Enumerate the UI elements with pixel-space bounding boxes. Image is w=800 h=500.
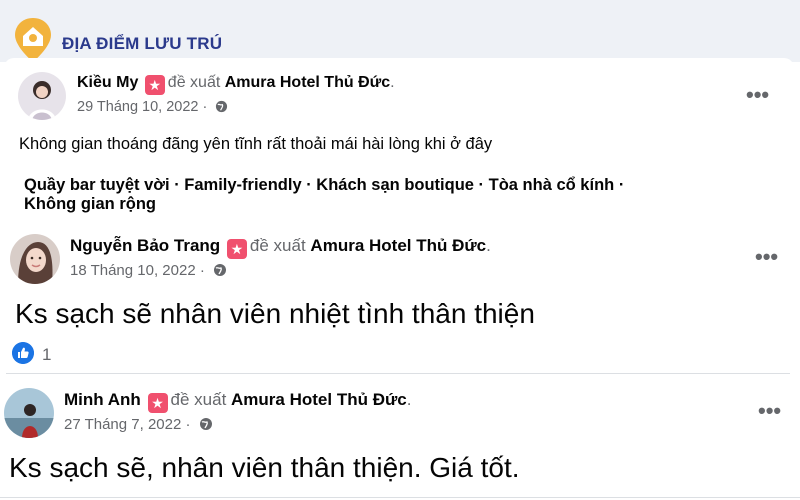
post-header: Nguyễn Bảo Trang ★ đề xuất Amura Hotel Th…	[70, 236, 491, 259]
reaction-count[interactable]: 1	[42, 345, 51, 365]
place-link[interactable]: Amura Hotel Thủ Đức	[310, 236, 486, 255]
author-name[interactable]: Minh Anh	[64, 390, 141, 409]
more-options-button[interactable]: •••	[758, 400, 781, 422]
place-link[interactable]: Amura Hotel Thủ Đức	[225, 74, 390, 91]
period: .	[486, 236, 491, 255]
place-link[interactable]: Amura Hotel Thủ Đức	[231, 390, 407, 409]
avatar[interactable]	[4, 388, 54, 438]
section-title: ĐỊA ĐIỂM LƯU TRÚ	[62, 34, 223, 53]
avatar[interactable]	[10, 234, 60, 284]
recommend-star-icon: ★	[226, 239, 247, 259]
globe-icon	[199, 418, 212, 430]
post-meta: 18 Tháng 10, 2022 ·	[70, 262, 227, 279]
review-text: Không gian thoáng đãng yên tĩnh rất thoả…	[19, 135, 493, 153]
post-date[interactable]: 29 Tháng 10, 2022 ·	[77, 99, 207, 115]
post-header: Kiều My ★ đề xuất Amura Hotel Thủ Đức.	[77, 74, 395, 95]
post-meta: 29 Tháng 10, 2022 ·	[77, 99, 228, 115]
review-tags: Quầy bar tuyệt vời · Family-friendly · K…	[24, 176, 625, 213]
recommend-verb: đề xuất	[167, 74, 221, 91]
globe-icon	[216, 100, 228, 113]
post-date[interactable]: 27 Tháng 7, 2022 ·	[64, 416, 191, 433]
recommend-verb: đề xuất	[170, 390, 227, 409]
author-name[interactable]: Kiều My	[77, 74, 138, 91]
review-text: Ks sạch sẽ, nhân viên thân thiện. Giá tố…	[9, 452, 520, 483]
divider	[0, 497, 800, 498]
location-pin-house-icon	[15, 18, 51, 62]
more-options-button[interactable]: •••	[746, 84, 769, 106]
author-name[interactable]: Nguyễn Bảo Trang	[70, 236, 220, 255]
divider	[6, 373, 790, 374]
post-meta: 27 Tháng 7, 2022 ·	[64, 416, 213, 433]
recommend-star-icon: ★	[147, 393, 168, 413]
post-header: Minh Anh ★ đề xuất Amura Hotel Thủ Đức.	[64, 390, 411, 413]
post-date[interactable]: 18 Tháng 10, 2022 ·	[70, 262, 205, 279]
review-text: Ks sạch sẽ nhân viên nhiệt tình thân thi…	[15, 298, 535, 329]
like-icon[interactable]	[12, 342, 34, 364]
globe-icon	[214, 264, 227, 276]
avatar[interactable]	[18, 72, 66, 120]
recommend-verb: đề xuất	[249, 236, 306, 255]
period: .	[390, 74, 395, 91]
recommend-star-icon: ★	[144, 75, 165, 95]
more-options-button[interactable]: •••	[755, 246, 778, 268]
period: .	[406, 390, 412, 409]
